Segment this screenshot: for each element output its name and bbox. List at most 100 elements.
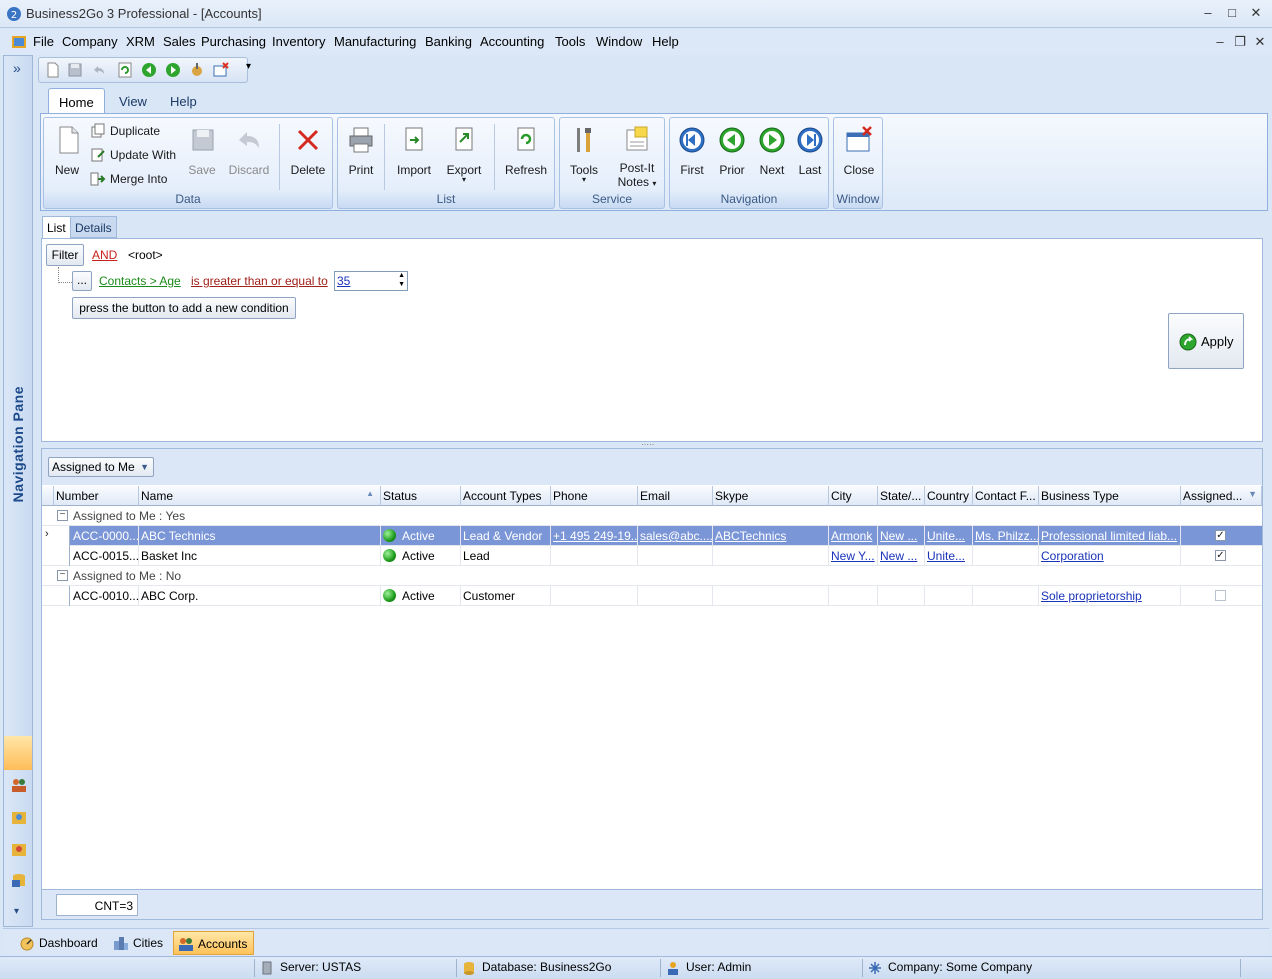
cell-contact[interactable]: Ms. Philzz...	[973, 526, 1039, 546]
merge-into-button[interactable]: Merge Into	[90, 169, 167, 189]
group-row[interactable]: − Assigned to Me : Yes	[42, 506, 1262, 526]
group-by-assigned-chip[interactable]: Assigned to Me ▼	[48, 457, 154, 477]
prior-button[interactable]: Prior	[714, 124, 750, 177]
expand-nav-icon[interactable]: »	[13, 60, 21, 76]
close-icon[interactable]: ✕	[1246, 4, 1266, 22]
table-row[interactable]: ACC-0010... ABC Corp. Active Customer So…	[42, 586, 1262, 606]
delete-button[interactable]: Delete	[288, 124, 328, 177]
menu-banking[interactable]: Banking	[425, 34, 472, 49]
spin-up-icon[interactable]: ▲	[398, 272, 405, 280]
new-doc-icon[interactable]	[45, 62, 61, 78]
menu-manufacturing[interactable]: Manufacturing	[334, 34, 416, 49]
filter-button[interactable]: Filter	[46, 244, 84, 266]
cell-state[interactable]: New ...	[878, 526, 925, 546]
app-menu-icon[interactable]	[10, 33, 28, 51]
state-link[interactable]: New ...	[880, 549, 917, 563]
tools-button[interactable]: Tools ▾	[566, 124, 602, 184]
filter-field[interactable]: Contacts > Age	[99, 274, 181, 288]
cell-phone[interactable]: +1 495 249-19...	[551, 526, 638, 546]
print-button[interactable]: Print	[344, 124, 378, 177]
col-skype[interactable]: Skype	[713, 486, 829, 506]
import-button[interactable]: Import	[394, 124, 434, 177]
navigation-pane[interactable]: » Navigation Pane ▾	[3, 55, 33, 927]
new-button[interactable]: New	[52, 124, 82, 177]
filter-operator[interactable]: AND	[92, 248, 117, 262]
mdi-restore-icon[interactable]: ❐	[1230, 33, 1250, 51]
cell-country[interactable]: Unite...	[925, 546, 973, 566]
save-button[interactable]: Save	[187, 124, 217, 177]
group-row[interactable]: − Assigned to Me : No	[42, 566, 1262, 586]
col-name[interactable]: Name ▲	[139, 486, 381, 506]
refresh-icon[interactable]	[117, 62, 133, 78]
menu-window[interactable]: Window	[596, 34, 642, 49]
col-email[interactable]: Email	[638, 486, 713, 506]
tab-list[interactable]: List	[42, 216, 71, 238]
tab-details[interactable]: Details	[70, 216, 117, 238]
tab-dashboard[interactable]: Dashboard	[15, 931, 104, 955]
discard-button[interactable]: Discard	[227, 124, 271, 177]
first-button[interactable]: First	[674, 124, 710, 177]
country-link[interactable]: Unite...	[927, 549, 965, 563]
filter-dropdown-icon[interactable]: ▼	[1248, 489, 1257, 499]
tab-accounts[interactable]: Accounts	[173, 931, 255, 955]
email-link[interactable]: sales@abc....	[640, 529, 712, 543]
next-small-icon[interactable]	[165, 62, 181, 78]
menu-help[interactable]: Help	[652, 34, 679, 49]
spin-down-icon[interactable]: ▼	[398, 281, 405, 289]
contact-link[interactable]: Ms. Philzz...	[975, 529, 1038, 543]
state-link[interactable]: New ...	[880, 529, 917, 543]
menu-inventory[interactable]: Inventory	[272, 34, 325, 49]
menu-accounting[interactable]: Accounting	[480, 34, 544, 49]
country-link[interactable]: Unite...	[927, 529, 965, 543]
col-number[interactable]: Number	[54, 486, 139, 506]
menu-sales[interactable]: Sales	[163, 34, 196, 49]
contacts-icon[interactable]	[10, 776, 28, 794]
prior-small-icon[interactable]	[141, 62, 157, 78]
col-city[interactable]: City	[829, 486, 878, 506]
group-by-dropdown-icon[interactable]: ▼	[140, 458, 149, 476]
close-button[interactable]: Close	[838, 124, 880, 177]
assigned-checkbox[interactable]	[1215, 590, 1226, 601]
apply-button[interactable]: Apply	[1168, 313, 1244, 369]
cell-email[interactable]: sales@abc....	[638, 526, 713, 546]
add-condition-button[interactable]: press the button to add a new condition	[72, 297, 296, 319]
col-contact[interactable]: Contact F...	[973, 486, 1039, 506]
cell-country[interactable]: Unite...	[925, 526, 973, 546]
close-window-small-icon[interactable]	[213, 62, 229, 78]
collapse-group-icon[interactable]: −	[57, 510, 68, 521]
business-type-link[interactable]: Corporation	[1041, 549, 1104, 563]
minimize-icon[interactable]: –	[1198, 4, 1218, 22]
tools-small-icon[interactable]	[189, 62, 205, 78]
cell-assigned[interactable]: ✓	[1181, 526, 1262, 546]
cell-city[interactable]: Armonk	[829, 526, 878, 546]
cell-assigned[interactable]: ✓	[1181, 546, 1262, 566]
cell-city[interactable]: New Y...	[829, 546, 878, 566]
next-button[interactable]: Next	[754, 124, 790, 177]
col-business-type[interactable]: Business Type	[1039, 486, 1181, 506]
cell-assigned[interactable]	[1181, 586, 1262, 606]
col-status[interactable]: Status	[381, 486, 461, 506]
business-type-link[interactable]: Sole proprietorship	[1041, 589, 1142, 603]
sales-nav-icon[interactable]	[10, 840, 28, 858]
cell-state[interactable]: New ...	[878, 546, 925, 566]
menu-xrm[interactable]: XRM	[126, 34, 155, 49]
maximize-icon[interactable]: □	[1222, 4, 1242, 22]
cell-business-type[interactable]: Sole proprietorship	[1039, 586, 1181, 606]
menu-file[interactable]: File	[33, 34, 54, 49]
table-row[interactable]: › ACC-0000... ABC Technics Active Lead &…	[42, 526, 1262, 546]
filter-value-input[interactable]: 35 ▲ ▼	[334, 271, 408, 291]
table-row[interactable]: ACC-0015... Basket Inc Active Lead New Y…	[42, 546, 1262, 566]
skype-link[interactable]: ABCTechnics	[715, 529, 786, 543]
cell-business-type[interactable]: Corporation	[1039, 546, 1181, 566]
col-country[interactable]: Country	[925, 486, 973, 506]
mdi-close-icon[interactable]: ✕	[1250, 33, 1270, 51]
mdi-minimize-icon[interactable]: –	[1210, 33, 1230, 51]
condition-menu-button[interactable]: ...	[72, 271, 92, 291]
accounts-nav-icon[interactable]	[10, 808, 28, 826]
menu-company[interactable]: Company	[62, 34, 118, 49]
refresh-button[interactable]: Refresh	[504, 124, 548, 177]
business-type-link[interactable]: Professional limited liab...	[1041, 529, 1177, 543]
col-phone[interactable]: Phone	[551, 486, 638, 506]
menu-purchasing[interactable]: Purchasing	[201, 34, 266, 49]
tab-view[interactable]: View	[109, 88, 157, 114]
